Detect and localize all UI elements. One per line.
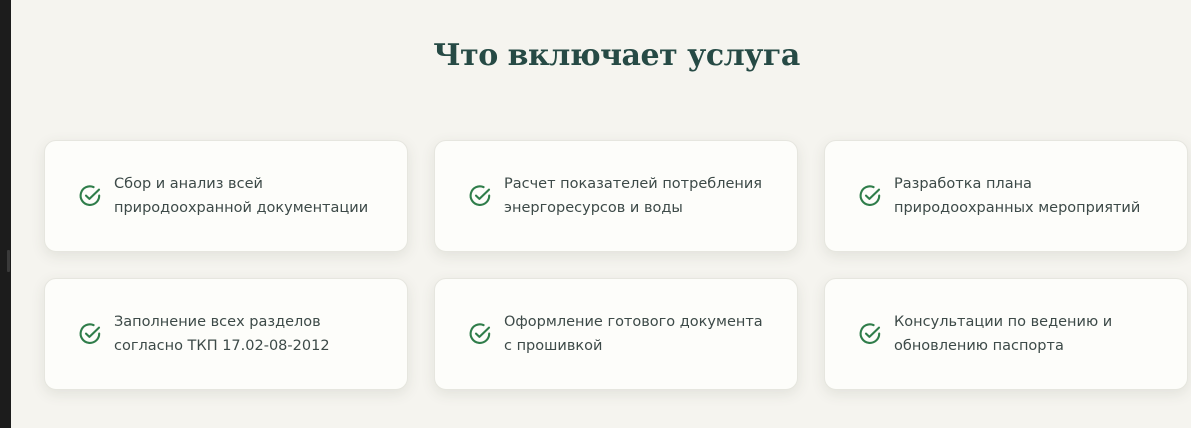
feature-text: Сбор и анализ всей природоохранной докум… bbox=[114, 176, 369, 216]
feature-text: Разработка плана природоохранных меропри… bbox=[894, 176, 1141, 216]
scroll-handle[interactable] bbox=[7, 250, 10, 272]
feature-text: Консультации по ведению и обновлению пас… bbox=[894, 314, 1113, 354]
window-left-edge bbox=[0, 0, 11, 428]
feature-card: Консультации по ведению и обновлению пас… bbox=[824, 278, 1188, 390]
feature-text: Заполнение всех разделов согласно ТКП 17… bbox=[114, 314, 330, 354]
feature-card: Заполнение всех разделов согласно ТКП 17… bbox=[44, 278, 408, 390]
service-includes-section: Что включает услуга Сбор и анализ всей п… bbox=[11, 0, 1191, 428]
check-circle-icon bbox=[859, 323, 881, 344]
check-circle-icon bbox=[859, 185, 881, 206]
check-circle-icon bbox=[469, 185, 491, 206]
section-title: Что включает услуга bbox=[433, 38, 800, 73]
feature-text: Расчет показателей потребления энергорес… bbox=[504, 176, 763, 216]
check-circle-icon bbox=[79, 185, 101, 206]
feature-card: Разработка плана природоохранных меропри… bbox=[824, 140, 1188, 252]
check-circle-icon bbox=[469, 323, 491, 344]
feature-card: Расчет показателей потребления энергорес… bbox=[434, 140, 798, 252]
feature-text: Оформление готового документа с прошивко… bbox=[504, 314, 763, 354]
feature-card: Сбор и анализ всей природоохранной докум… bbox=[44, 140, 408, 252]
features-grid: Сбор и анализ всей природоохранной докум… bbox=[44, 140, 1188, 390]
feature-card: Оформление готового документа с прошивко… bbox=[434, 278, 798, 390]
check-circle-icon bbox=[79, 323, 101, 344]
